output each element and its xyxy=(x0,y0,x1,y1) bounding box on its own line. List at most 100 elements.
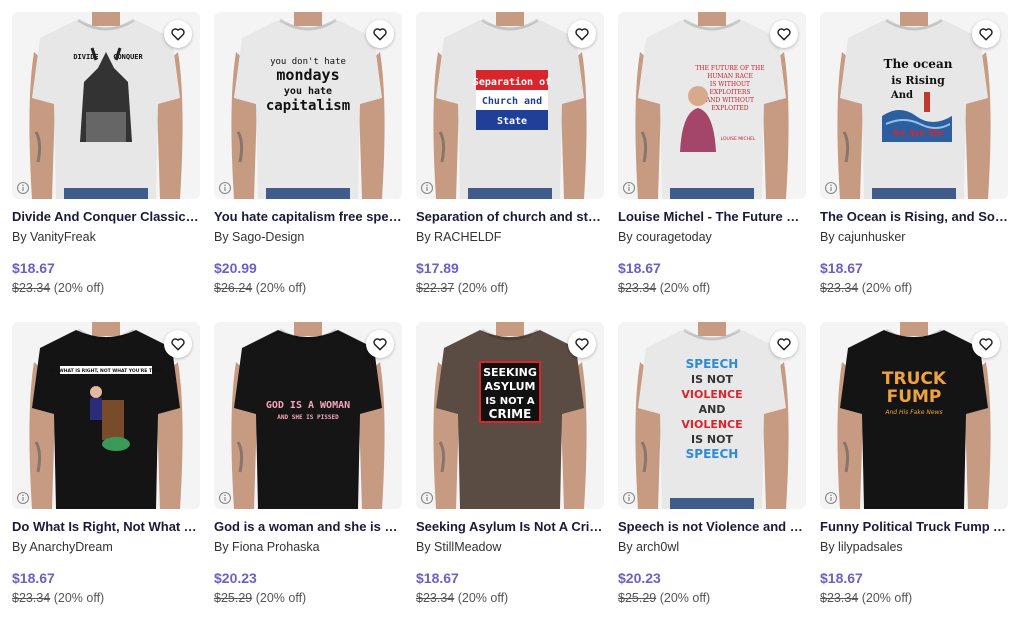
product-title[interactable]: Louise Michel - The Future Of ... xyxy=(618,209,806,225)
sale-price: $18.67 xyxy=(618,260,661,276)
product-card-7[interactable]: GOD IS A WOMAN AND SHE IS PISSED God is a… xyxy=(214,322,402,620)
info-icon[interactable] xyxy=(218,181,232,195)
discount-label: (20% off) xyxy=(53,591,105,605)
info-icon[interactable] xyxy=(218,491,232,505)
heart-icon xyxy=(777,28,791,41)
original-price-row: $23.34 (20% off) xyxy=(12,590,200,606)
svg-text:ASYLUM: ASYLUM xyxy=(485,380,536,393)
product-image[interactable]: DO WHAT IS RIGHT, NOT WHAT YOU'RE TOLD xyxy=(12,322,200,509)
product-image[interactable]: DIVIDE CONQUER xyxy=(12,12,200,199)
product-title[interactable]: The Ocean is Rising, and So Ar... xyxy=(820,209,1008,225)
product-card-6[interactable]: DO WHAT IS RIGHT, NOT WHAT YOU'RE TOLD D… xyxy=(12,322,200,620)
artist-name[interactable]: By VanityFreak xyxy=(12,229,200,245)
product-image[interactable]: TRUCK FUMP And His Fake News xyxy=(820,322,1008,509)
svg-text:And: And xyxy=(890,90,913,101)
artist-name[interactable]: By StillMeadow xyxy=(416,539,604,555)
product-card-1[interactable]: DIVIDE CONQUER Divide And Conquer Classic… xyxy=(12,12,200,310)
favorite-button[interactable] xyxy=(164,20,192,48)
artist-name[interactable]: By Fiona Prohaska xyxy=(214,539,402,555)
svg-text:IS NOT A: IS NOT A xyxy=(485,396,535,407)
favorite-button[interactable] xyxy=(164,330,192,358)
svg-text:AND WITHOUT: AND WITHOUT xyxy=(705,97,754,104)
product-card-9[interactable]: SPEECH IS NOT VIOLENCE AND VIOLENCE IS NOT SPE… xyxy=(618,322,806,620)
svg-text:State: State xyxy=(497,116,527,127)
favorite-button[interactable] xyxy=(770,330,798,358)
sale-price: $20.23 xyxy=(618,570,661,586)
product-card-3[interactable]: Separation of Church and State Separation … xyxy=(416,12,604,310)
product-card-4[interactable]: THE FUTURE OF THE HUMAN RACE IS WITHOUT EXP… xyxy=(618,12,806,310)
artist-name[interactable]: By arch0wl xyxy=(618,539,806,555)
sale-price: $18.67 xyxy=(416,570,459,586)
product-image[interactable]: THE FUTURE OF THE HUMAN RACE IS WITHOUT EXP… xyxy=(618,12,806,199)
product-image[interactable]: you don't hate mondays you hate capitalism xyxy=(214,12,402,199)
product-title[interactable]: God is a woman and she is pis... xyxy=(214,519,402,535)
product-title[interactable]: Do What Is Right, Not What Yo... xyxy=(12,519,200,535)
original-price-row: $26.24 (20% off) xyxy=(214,280,402,296)
product-card-5[interactable]: The ocean is Rising And So Are We The Ocean… xyxy=(820,12,1008,310)
info-icon[interactable] xyxy=(622,181,636,195)
discount-label: (20% off) xyxy=(457,591,509,605)
product-title[interactable]: Separation of church and state... xyxy=(416,209,604,225)
product-image[interactable]: SPEECH IS NOT VIOLENCE AND VIOLENCE IS NOT SPE… xyxy=(618,322,806,509)
original-price-row: $23.34 (20% off) xyxy=(618,280,806,296)
original-price: $23.34 xyxy=(820,281,859,295)
product-card-10[interactable]: TRUCK FUMP And His Fake News Funny Politic… xyxy=(820,322,1008,620)
svg-text:mondays: mondays xyxy=(276,66,339,84)
svg-text:is Rising: is Rising xyxy=(891,74,945,87)
heart-icon xyxy=(373,338,387,351)
svg-text:The ocean: The ocean xyxy=(884,57,953,71)
artist-name[interactable]: By AnarchyDream xyxy=(12,539,200,555)
svg-text:So Are We: So Are We xyxy=(892,129,944,139)
svg-text:LOUISE MICHEL: LOUISE MICHEL xyxy=(721,136,756,142)
artist-name[interactable]: By RACHELDF xyxy=(416,229,604,245)
product-title[interactable]: Divide And Conquer Classic T-... xyxy=(12,209,200,225)
product-image[interactable]: Separation of Church and State xyxy=(416,12,604,199)
info-icon[interactable] xyxy=(420,181,434,195)
artist-name[interactable]: By couragetoday xyxy=(618,229,806,245)
original-price: $26.24 xyxy=(214,281,253,295)
info-icon[interactable] xyxy=(16,181,30,195)
artist-name[interactable]: By Sago-Design xyxy=(214,229,402,245)
sale-price: $20.23 xyxy=(214,570,257,586)
original-price: $23.34 xyxy=(820,591,859,605)
info-icon[interactable] xyxy=(16,491,30,505)
discount-label: (20% off) xyxy=(255,281,307,295)
svg-text:you hate: you hate xyxy=(284,86,332,97)
product-card-2[interactable]: you don't hate mondays you hate capitalism … xyxy=(214,12,402,310)
info-icon[interactable] xyxy=(420,491,434,505)
product-image[interactable]: SEEKING ASYLUM IS NOT A CRIME xyxy=(416,322,604,509)
favorite-button[interactable] xyxy=(770,20,798,48)
product-title[interactable]: Speech is not Violence and Vio... xyxy=(618,519,806,535)
original-price: $25.29 xyxy=(618,591,657,605)
info-icon[interactable] xyxy=(622,491,636,505)
product-title[interactable]: Funny Political Truck Fump An... xyxy=(820,519,1008,535)
discount-label: (20% off) xyxy=(861,281,913,295)
svg-text:EXPLOITERS: EXPLOITERS xyxy=(710,89,751,96)
favorite-button[interactable] xyxy=(568,330,596,358)
product-title[interactable]: Seeking Asylum Is Not A Crime... xyxy=(416,519,604,535)
info-icon[interactable] xyxy=(824,181,838,195)
favorite-button[interactable] xyxy=(972,20,1000,48)
original-price: $22.37 xyxy=(416,281,455,295)
artist-name[interactable]: By cajunhusker xyxy=(820,229,1008,245)
favorite-button[interactable] xyxy=(972,330,1000,358)
svg-text:DO WHAT IS RIGHT, NOT WHAT YOU: DO WHAT IS RIGHT, NOT WHAT YOU'RE TOLD xyxy=(50,368,163,374)
favorite-button[interactable] xyxy=(568,20,596,48)
product-image[interactable]: GOD IS A WOMAN AND SHE IS PISSED xyxy=(214,322,402,509)
original-price-row: $23.34 (20% off) xyxy=(820,280,1008,296)
sale-price: $17.89 xyxy=(416,260,459,276)
sale-price: $18.67 xyxy=(820,260,863,276)
favorite-button[interactable] xyxy=(366,330,394,358)
product-image[interactable]: The ocean is Rising And So Are We xyxy=(820,12,1008,199)
favorite-button[interactable] xyxy=(366,20,394,48)
svg-text:SEEKING: SEEKING xyxy=(483,366,537,379)
product-title[interactable]: You hate capitalism free speec... xyxy=(214,209,402,225)
discount-label: (20% off) xyxy=(53,281,105,295)
heart-icon xyxy=(979,338,993,351)
artist-name[interactable]: By lilypadsales xyxy=(820,539,1008,555)
product-card-8[interactable]: SEEKING ASYLUM IS NOT A CRIME Seeking Asylu… xyxy=(416,322,604,620)
svg-text:VIOLENCE: VIOLENCE xyxy=(681,418,742,431)
svg-text:FUMP: FUMP xyxy=(887,387,942,407)
product-grid: DIVIDE CONQUER Divide And Conquer Classic… xyxy=(12,12,1008,620)
info-icon[interactable] xyxy=(824,491,838,505)
